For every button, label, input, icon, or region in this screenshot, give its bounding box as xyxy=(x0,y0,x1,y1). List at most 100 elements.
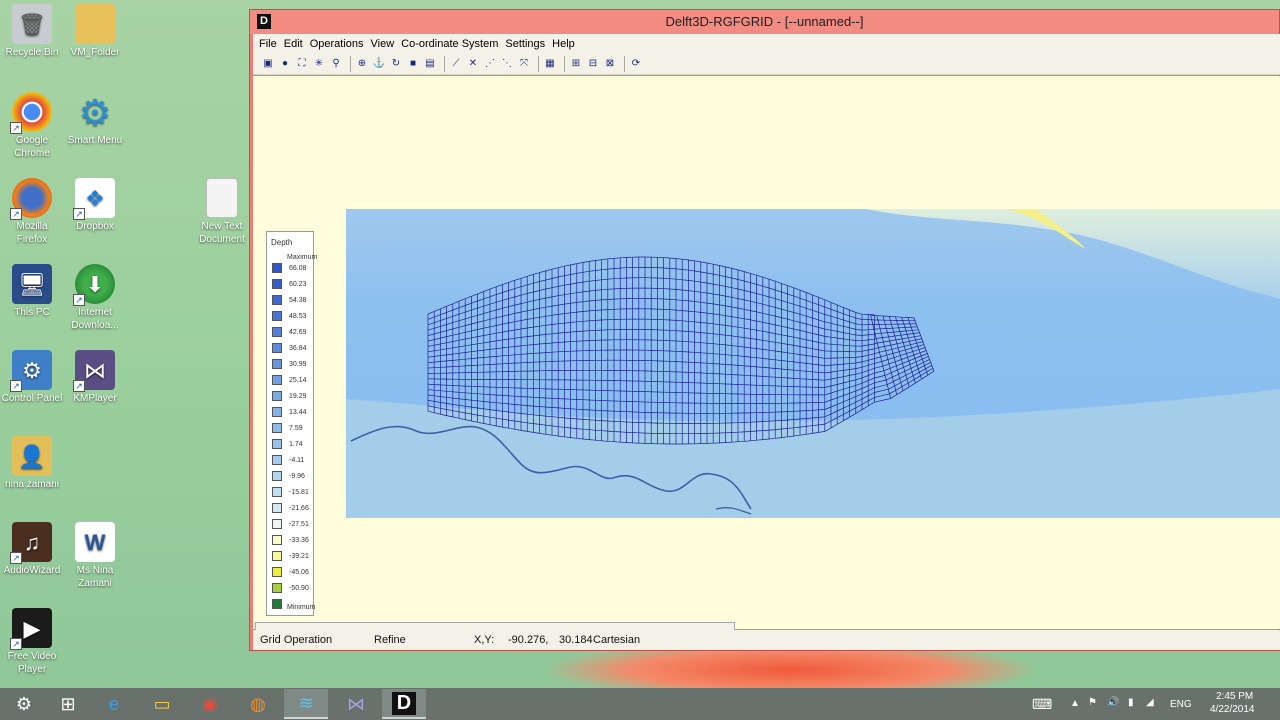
legend-entry: 7.59 xyxy=(272,423,316,434)
spline-insert-icon[interactable]: ⋱ xyxy=(500,57,514,71)
windows-start-icon[interactable]: ⊞ xyxy=(46,689,90,719)
legend-value: 54.38 xyxy=(289,297,307,304)
grid-delete-icon[interactable]: ⊠ xyxy=(603,57,617,71)
video-player-icon: ▶ ↗ xyxy=(10,608,52,650)
chrome-icon[interactable]: ◉ xyxy=(188,689,232,719)
user-folder-icon: 👤 xyxy=(12,436,52,476)
anchor-icon[interactable]: ⚓ xyxy=(372,57,386,71)
grid-icon[interactable]: ▦ xyxy=(543,57,557,71)
desktop-icon-free-video-player[interactable]: ▶ ↗ Free Video Player xyxy=(0,608,64,676)
file-explorer-icon[interactable]: ▭ xyxy=(140,689,184,719)
network-icon[interactable]: ⚑ xyxy=(1088,697,1097,708)
legend-swatch xyxy=(272,311,282,321)
stop-icon[interactable]: ■ xyxy=(406,57,420,71)
menu-help[interactable]: Help xyxy=(552,38,575,50)
zoom-box-icon[interactable]: ⛶ xyxy=(295,57,309,71)
legend-value: -4.11 xyxy=(289,457,305,464)
legend-swatch xyxy=(272,279,282,289)
internet-explorer-icon[interactable]: e xyxy=(92,689,136,719)
refresh-icon[interactable]: ↻ xyxy=(389,57,403,71)
desktop-icon-chrome[interactable]: ↗ Google Chrome xyxy=(0,92,64,160)
menu-view[interactable]: View xyxy=(371,38,395,50)
legend-entry: -4.11 xyxy=(272,455,316,466)
desktop-icon-nina-zamani[interactable]: 👤 nina zamani xyxy=(0,436,64,491)
menu-operations[interactable]: Operations xyxy=(310,38,364,50)
select-icon[interactable]: ▤ xyxy=(423,57,437,71)
spline-icon[interactable]: ⟋ xyxy=(449,57,463,71)
legend-value: 42.69 xyxy=(289,329,307,336)
spline-point-icon[interactable]: ⋰ xyxy=(483,57,497,71)
legend-entry: 36.84 xyxy=(272,343,316,354)
desktop-icon-vm-folder[interactable]: VM_Folder xyxy=(63,4,127,59)
grid-refine-icon[interactable]: ⊞ xyxy=(569,57,583,71)
kmplayer-icon[interactable]: ⋈ xyxy=(334,689,378,719)
redraw-icon[interactable]: ⟳ xyxy=(629,57,643,71)
bathymetry-map[interactable] xyxy=(346,209,1280,518)
toolbar-separator xyxy=(624,55,625,72)
language-indicator[interactable]: ENG xyxy=(1170,699,1192,710)
window-titlebar[interactable]: D Delft3D-RGFGRID - [--unnamed--] xyxy=(250,10,1279,34)
shortcut-arrow-icon: ↗ xyxy=(10,638,22,650)
desktop-icon-kmplayer[interactable]: ⋈ ↗ KMPlayer xyxy=(63,350,127,405)
zoom-out-icon[interactable]: ✳ xyxy=(312,57,326,71)
legend-swatch xyxy=(272,359,282,369)
legend-swatch xyxy=(272,455,282,465)
menu-file[interactable]: File xyxy=(259,38,277,50)
shortcut-arrow-icon: ↗ xyxy=(10,122,22,134)
magnify-icon[interactable]: ⚲ xyxy=(329,57,343,71)
menu-coordinate-system[interactable]: Co-ordinate System xyxy=(401,38,498,50)
desktop-icon-control-panel[interactable]: ⚙ ↗ Control Panel xyxy=(0,350,64,405)
desktop-icon-this-pc[interactable]: 🖥 This PC xyxy=(0,264,64,319)
grid-derefine-icon[interactable]: ⊟ xyxy=(586,57,600,71)
control-panel-icon: ⚙ ↗ xyxy=(10,350,52,392)
settings-icon[interactable]: ⚙ xyxy=(2,689,46,719)
legend-swatch xyxy=(272,503,282,513)
legend-swatch xyxy=(272,327,282,337)
save-icon[interactable]: ▣ xyxy=(261,57,275,71)
taskbar: ⚙ ⊞ e ▭ ◉ ◍ ≋ ⋈ D ⌨ ▲ ⚑ 🔊 ▮ ◢ ENG 2:45 P… xyxy=(0,688,1280,720)
drawing-canvas[interactable]: Depth Maximum 66.08 60.23 54.38 48.53 42.69 3… xyxy=(253,76,1280,629)
desktop-icon-audiowizard[interactable]: ♫ ↗ AudioWizard xyxy=(0,522,64,577)
legend-value: 30.99 xyxy=(289,361,307,368)
desktop-icon-label: nina zamani xyxy=(5,479,59,490)
legend-entry: -33.36 xyxy=(272,535,316,546)
legend-value: 13.44 xyxy=(289,409,307,416)
globe-icon[interactable]: ● xyxy=(278,57,292,71)
map-svg xyxy=(346,209,1280,518)
legend-value: -33.36 xyxy=(289,537,309,544)
volume-icon[interactable]: 🔊 xyxy=(1107,697,1119,708)
legend-swatch xyxy=(272,343,282,353)
keyboard-icon[interactable]: ⌨ xyxy=(1032,696,1052,713)
legend-swatch xyxy=(272,487,282,497)
clock-date[interactable]: 4/22/2014 xyxy=(1210,704,1255,715)
battery-icon[interactable]: ▮ xyxy=(1128,697,1134,708)
show-hidden-icons-icon[interactable]: ▲ xyxy=(1070,698,1080,709)
delft3d-rgfgrid-icon[interactable]: D xyxy=(382,689,426,719)
toolbar-separator xyxy=(350,55,351,72)
desktop-icon-label: New Text Document xyxy=(199,221,245,245)
pan-icon[interactable]: ⊕ xyxy=(355,57,369,71)
menu-settings[interactable]: Settings xyxy=(505,38,545,50)
grid-line xyxy=(427,318,921,347)
firefox-icon[interactable]: ◍ xyxy=(236,689,280,719)
spline-move-icon[interactable]: ⤧ xyxy=(517,57,531,71)
desktop-icon-internet-download[interactable]: ⬇ ↗ Internet Downloa... xyxy=(63,264,127,332)
clock-time[interactable]: 2:45 PM xyxy=(1216,691,1253,702)
legend-max-label: Maximum xyxy=(287,254,318,261)
signal-icon[interactable]: ◢ xyxy=(1146,697,1154,708)
desktop-icon-ms-nina-zamani[interactable]: W Ms Nina Zamani xyxy=(63,522,127,590)
status-x-value: -90.276, xyxy=(508,634,549,646)
desktop-icon-dropbox[interactable]: ❖ ↗ Dropbox xyxy=(63,178,127,233)
shortcut-arrow-icon: ↗ xyxy=(73,294,85,306)
desktop-icon-smart-menu[interactable]: ⚙ Smart Menu xyxy=(63,92,127,147)
menu-edit[interactable]: Edit xyxy=(284,38,303,50)
desktop-icon-new-text-document[interactable]: New Text Document xyxy=(190,178,254,246)
grid-line xyxy=(427,308,920,342)
delft3d-icon[interactable]: ≋ xyxy=(284,689,328,719)
desktop-icon-firefox[interactable]: ↗ Mozilla Firefox xyxy=(0,178,64,246)
delete-spline-icon[interactable]: ✕ xyxy=(466,57,480,71)
desktop-icon-recycle-bin[interactable]: 🗑 Recycle Bin xyxy=(0,4,64,59)
text-document-icon xyxy=(206,178,238,218)
legend-swatch xyxy=(272,439,282,449)
legend-value: -21.66 xyxy=(289,505,309,512)
